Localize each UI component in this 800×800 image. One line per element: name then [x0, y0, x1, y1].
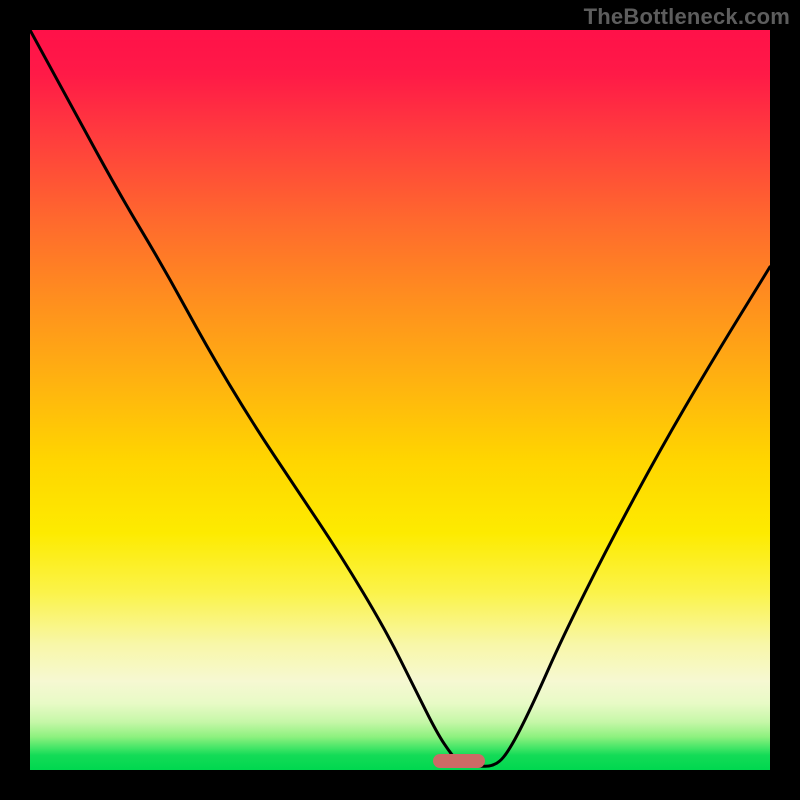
bottleneck-curve	[30, 30, 770, 770]
chart-frame: TheBottleneck.com	[0, 0, 800, 800]
optimal-range-marker	[433, 754, 485, 768]
watermark-text: TheBottleneck.com	[584, 4, 790, 30]
plot-area	[30, 30, 770, 770]
